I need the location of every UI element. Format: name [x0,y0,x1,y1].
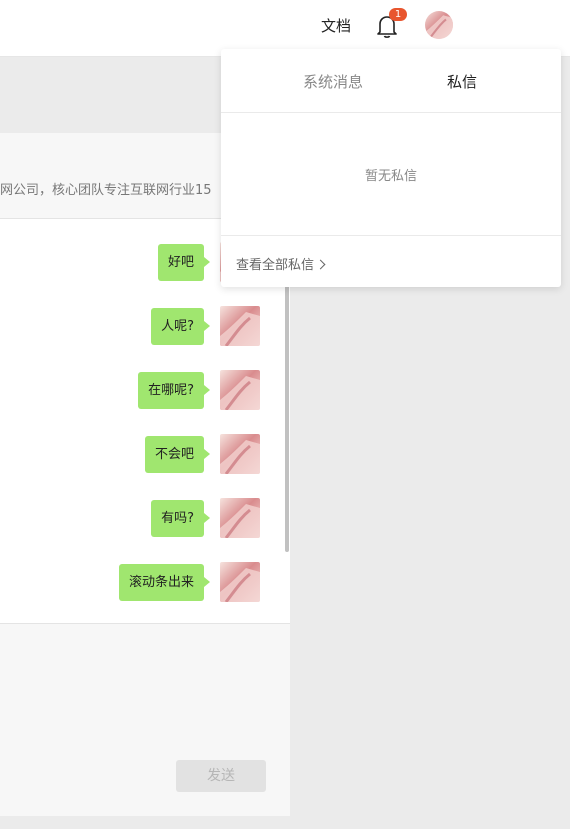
send-button[interactable]: 发送 [176,760,266,792]
message-row: 有吗? [151,498,260,538]
message-input-area[interactable]: 发送 [0,624,290,816]
message-row: 人呢? [151,306,260,346]
message-avatar [220,306,260,346]
message-avatar [220,562,260,602]
message-avatar [220,370,260,410]
message-bubble: 有吗? [151,499,210,537]
message-bubble: 滚动条出来 [118,563,211,601]
message-bubble: 在哪呢? [138,371,210,409]
view-all-label: 查看全部私信 [236,258,315,273]
dropdown-tabs: 系统消息 私信 [221,49,561,113]
notification-badge: 1 [389,8,407,21]
tab-system-messages[interactable]: 系统消息 [303,71,363,92]
docs-link[interactable]: 文档 [321,15,351,36]
message-row: 滚动条出来 [118,562,260,602]
message-bubble: 不会吧 [144,435,211,473]
message-row: 不会吧 [144,434,260,474]
user-avatar[interactable] [425,11,453,39]
dropdown-footer: 查看全部私信 [221,235,561,288]
message-row: 在哪呢? [138,370,260,410]
message-bubble: 人呢? [151,307,210,345]
chat-description: 网公司，核心团队专注互联网行业15 [0,183,212,198]
empty-state-text: 暂无私信 [364,169,417,184]
message-bubble: 好吧 [157,243,211,281]
tab-private-messages[interactable]: 私信 [447,71,477,92]
view-all-messages-link[interactable]: 查看全部私信 [236,254,326,273]
message-avatar [220,498,260,538]
message-avatar [220,434,260,474]
notification-dropdown: 系统消息 私信 暂无私信 查看全部私信 [221,49,561,287]
chevron-right-icon [315,259,326,270]
message-scrollbar[interactable] [285,276,289,552]
